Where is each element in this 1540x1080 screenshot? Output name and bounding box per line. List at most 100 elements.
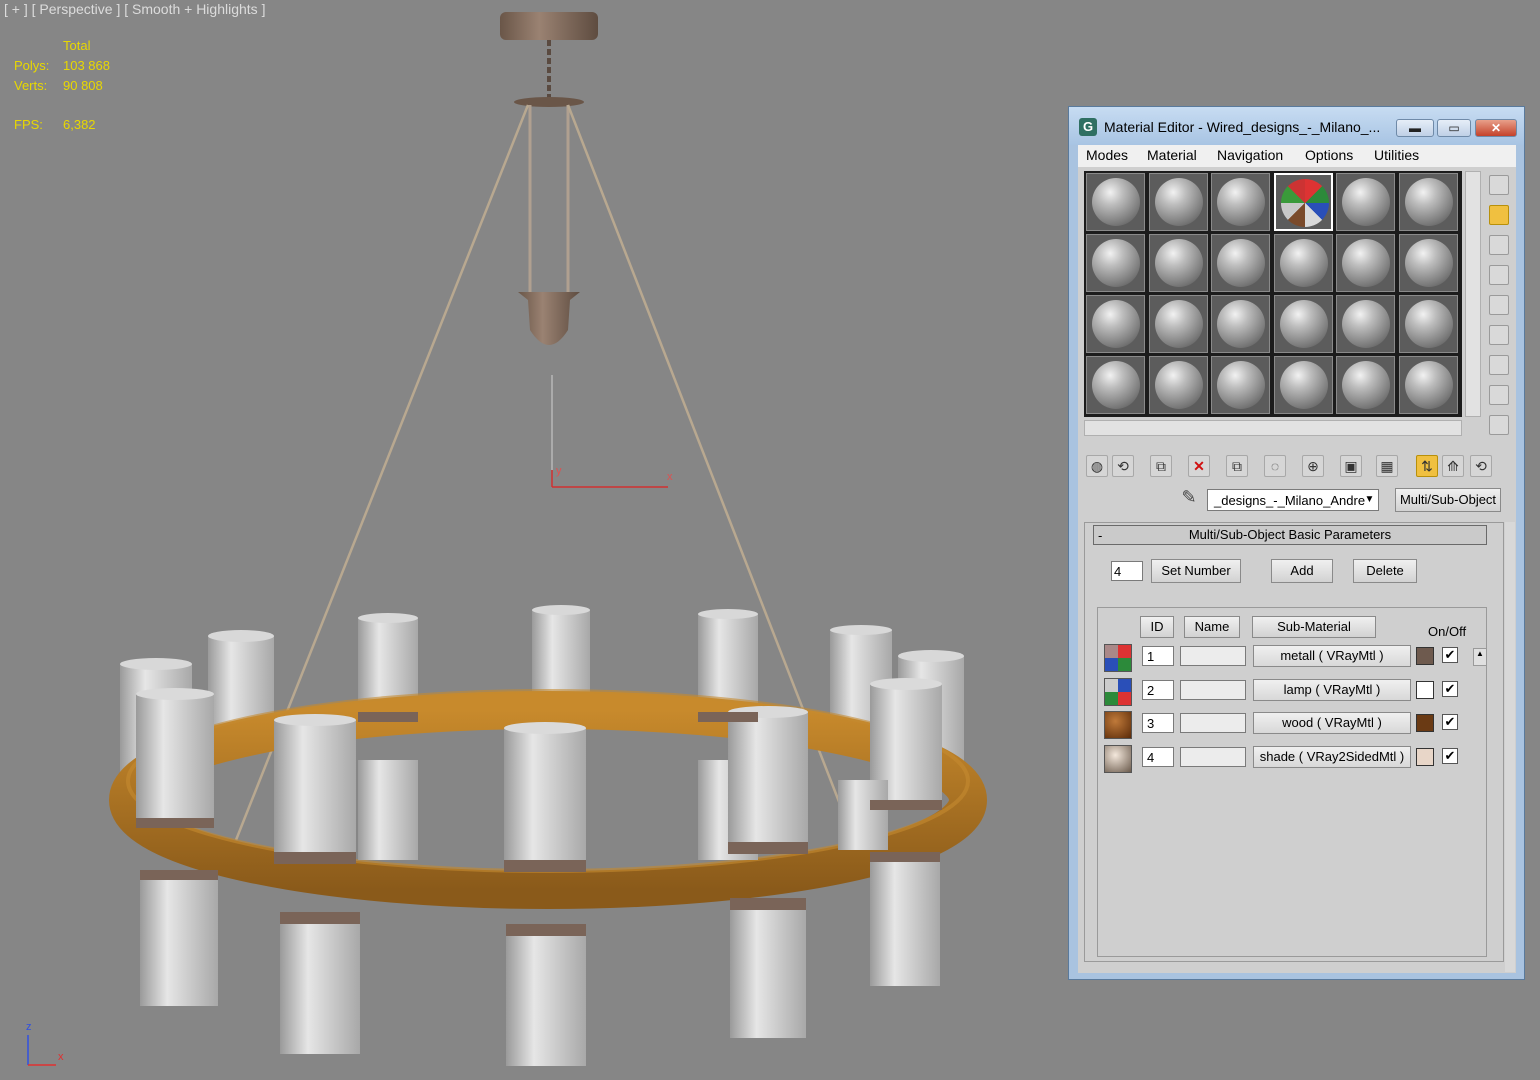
slots-vertical-scrollbar[interactable] bbox=[1465, 171, 1481, 417]
menu-material[interactable]: Material bbox=[1147, 147, 1197, 163]
submaterial-id-field[interactable]: 3 bbox=[1142, 713, 1174, 733]
sample-slot[interactable] bbox=[1086, 234, 1145, 292]
sample-slot[interactable] bbox=[1273, 173, 1333, 231]
submaterial-name-field[interactable] bbox=[1180, 646, 1246, 666]
put-to-library-icon[interactable]: ⊕ bbox=[1302, 455, 1324, 477]
submaterial-on-off-checkbox[interactable]: ✔ bbox=[1442, 681, 1458, 697]
sort-by-submaterial-button[interactable]: Sub-Material bbox=[1252, 616, 1376, 638]
sample-slot[interactable] bbox=[1086, 356, 1145, 414]
background-checker-icon[interactable] bbox=[1489, 235, 1509, 255]
sample-slot[interactable] bbox=[1398, 356, 1458, 414]
delete-button[interactable]: Delete bbox=[1353, 559, 1417, 583]
submaterial-id-field[interactable]: 2 bbox=[1142, 680, 1174, 700]
basic-parameters-rollout: - Multi/Sub-Object Basic Parameters 4 Se… bbox=[1084, 522, 1504, 962]
sample-slot[interactable] bbox=[1336, 295, 1395, 353]
sample-slot[interactable] bbox=[1336, 173, 1395, 231]
sample-slot[interactable] bbox=[1148, 234, 1208, 292]
material-type-button[interactable]: Multi/Sub-Object bbox=[1395, 488, 1501, 512]
make-material-copy-icon[interactable]: ⧉ bbox=[1226, 455, 1248, 477]
material-editor-window[interactable]: G Material Editor - Wired_designs_-_Mila… bbox=[1068, 106, 1525, 980]
sample-slot[interactable] bbox=[1148, 173, 1208, 231]
submaterial-name-field[interactable] bbox=[1180, 747, 1246, 767]
video-color-check-icon[interactable] bbox=[1489, 295, 1509, 315]
put-material-to-scene-icon[interactable]: ⟲ bbox=[1112, 455, 1134, 477]
chevron-down-icon[interactable]: ▼ bbox=[1361, 490, 1378, 510]
sample-slot[interactable] bbox=[1398, 234, 1458, 292]
show-shaded-material-icon[interactable]: ▦ bbox=[1376, 455, 1398, 477]
maximize-button[interactable]: ▭ bbox=[1437, 119, 1471, 137]
menu-navigation[interactable]: Navigation bbox=[1217, 147, 1283, 163]
submaterial-button[interactable]: wood ( VRayMtl ) bbox=[1253, 712, 1411, 734]
sample-slot[interactable] bbox=[1148, 356, 1208, 414]
submaterial-color-swatch[interactable] bbox=[1416, 714, 1434, 732]
get-material-icon[interactable]: ◍ bbox=[1086, 455, 1108, 477]
submaterial-button[interactable]: metall ( VRayMtl ) bbox=[1253, 645, 1411, 667]
add-button[interactable]: Add bbox=[1271, 559, 1333, 583]
assign-material-to-selection-icon[interactable]: ⧉ bbox=[1150, 455, 1172, 477]
make-unique-icon[interactable]: ◌ bbox=[1264, 455, 1286, 477]
material-map-navigator-icon[interactable] bbox=[1489, 415, 1509, 435]
material-name-field[interactable]: _designs_-_Milano_Andre bbox=[1207, 489, 1379, 511]
sample-slot[interactable] bbox=[1211, 356, 1270, 414]
select-by-material-icon[interactable] bbox=[1489, 385, 1509, 405]
submaterial-color-swatch[interactable] bbox=[1416, 681, 1434, 699]
sample-slot[interactable] bbox=[1398, 295, 1458, 353]
menu-utilities[interactable]: Utilities bbox=[1374, 147, 1419, 163]
material-sphere-preview bbox=[1404, 239, 1453, 287]
menu-options[interactable]: Options bbox=[1305, 147, 1353, 163]
submaterial-id-field[interactable]: 1 bbox=[1142, 646, 1174, 666]
go-to-parent-icon[interactable]: ⟰ bbox=[1442, 455, 1464, 477]
close-button[interactable]: ✕ bbox=[1475, 119, 1517, 137]
submaterial-id-field[interactable]: 4 bbox=[1142, 747, 1174, 767]
sample-slot[interactable] bbox=[1148, 295, 1208, 353]
material-sphere-preview bbox=[1404, 361, 1453, 409]
submaterial-thumbnail[interactable] bbox=[1104, 644, 1132, 672]
rollout-header[interactable]: - Multi/Sub-Object Basic Parameters bbox=[1093, 525, 1487, 545]
submaterial-name-field[interactable] bbox=[1180, 680, 1246, 700]
editor-vertical-scrollbar[interactable] bbox=[1505, 522, 1515, 972]
show-end-result-icon[interactable]: ⇅ bbox=[1416, 455, 1438, 477]
submaterial-color-swatch[interactable] bbox=[1416, 647, 1434, 665]
slots-horizontal-scrollbar[interactable] bbox=[1084, 420, 1462, 436]
chandelier-model[interactable]: y x z x bbox=[0, 0, 1060, 1080]
submaterial-on-off-checkbox[interactable]: ✔ bbox=[1442, 748, 1458, 764]
sample-slot[interactable] bbox=[1336, 356, 1395, 414]
sample-slot[interactable] bbox=[1211, 234, 1270, 292]
sample-slot[interactable] bbox=[1273, 295, 1333, 353]
sample-uv-tiling-icon[interactable] bbox=[1489, 265, 1509, 285]
go-forward-to-sibling-icon[interactable]: ⟲ bbox=[1470, 455, 1492, 477]
sample-slot[interactable] bbox=[1273, 356, 1333, 414]
rollout-title: Multi/Sub-Object Basic Parameters bbox=[1188, 527, 1392, 542]
sample-slot[interactable] bbox=[1273, 234, 1333, 292]
submaterial-on-off-checkbox[interactable]: ✔ bbox=[1442, 714, 1458, 730]
sample-slot[interactable] bbox=[1086, 173, 1145, 231]
submaterial-button[interactable]: lamp ( VRayMtl ) bbox=[1253, 679, 1411, 701]
sort-by-name-button[interactable]: Name bbox=[1184, 616, 1240, 638]
submaterial-name-field[interactable] bbox=[1180, 713, 1246, 733]
menu-modes[interactable]: Modes bbox=[1086, 147, 1128, 163]
sample-slot[interactable] bbox=[1398, 173, 1458, 231]
sample-type-icon[interactable] bbox=[1489, 175, 1509, 195]
submaterial-color-swatch[interactable] bbox=[1416, 748, 1434, 766]
reset-map-icon[interactable]: ✕ bbox=[1188, 455, 1210, 477]
options-icon[interactable] bbox=[1489, 355, 1509, 375]
submaterial-on-off-checkbox[interactable]: ✔ bbox=[1442, 647, 1458, 663]
sample-slot[interactable] bbox=[1211, 173, 1270, 231]
backlight-icon[interactable] bbox=[1489, 205, 1509, 225]
submaterial-thumbnail[interactable] bbox=[1104, 678, 1132, 706]
sort-by-id-button[interactable]: ID bbox=[1140, 616, 1174, 638]
set-number-button[interactable]: Set Number bbox=[1151, 559, 1241, 583]
sample-slot[interactable] bbox=[1336, 234, 1395, 292]
title-bar[interactable]: G Material Editor - Wired_designs_-_Mila… bbox=[1069, 107, 1524, 145]
submaterial-thumbnail[interactable] bbox=[1104, 745, 1132, 773]
submaterial-thumbnail[interactable] bbox=[1104, 711, 1132, 739]
number-of-submaterials-field[interactable]: 4 bbox=[1111, 561, 1143, 581]
minimize-button[interactable]: ▬ bbox=[1396, 119, 1434, 137]
submaterial-button[interactable]: shade ( VRay2SidedMtl ) bbox=[1253, 746, 1411, 768]
pick-material-eyedropper-icon[interactable]: ✎ bbox=[1178, 487, 1200, 509]
make-preview-icon[interactable] bbox=[1489, 325, 1509, 345]
material-sphere-preview bbox=[1342, 300, 1390, 348]
sample-slot[interactable] bbox=[1211, 295, 1270, 353]
material-id-channel-icon[interactable]: ▣ bbox=[1340, 455, 1362, 477]
sample-slot[interactable] bbox=[1086, 295, 1145, 353]
